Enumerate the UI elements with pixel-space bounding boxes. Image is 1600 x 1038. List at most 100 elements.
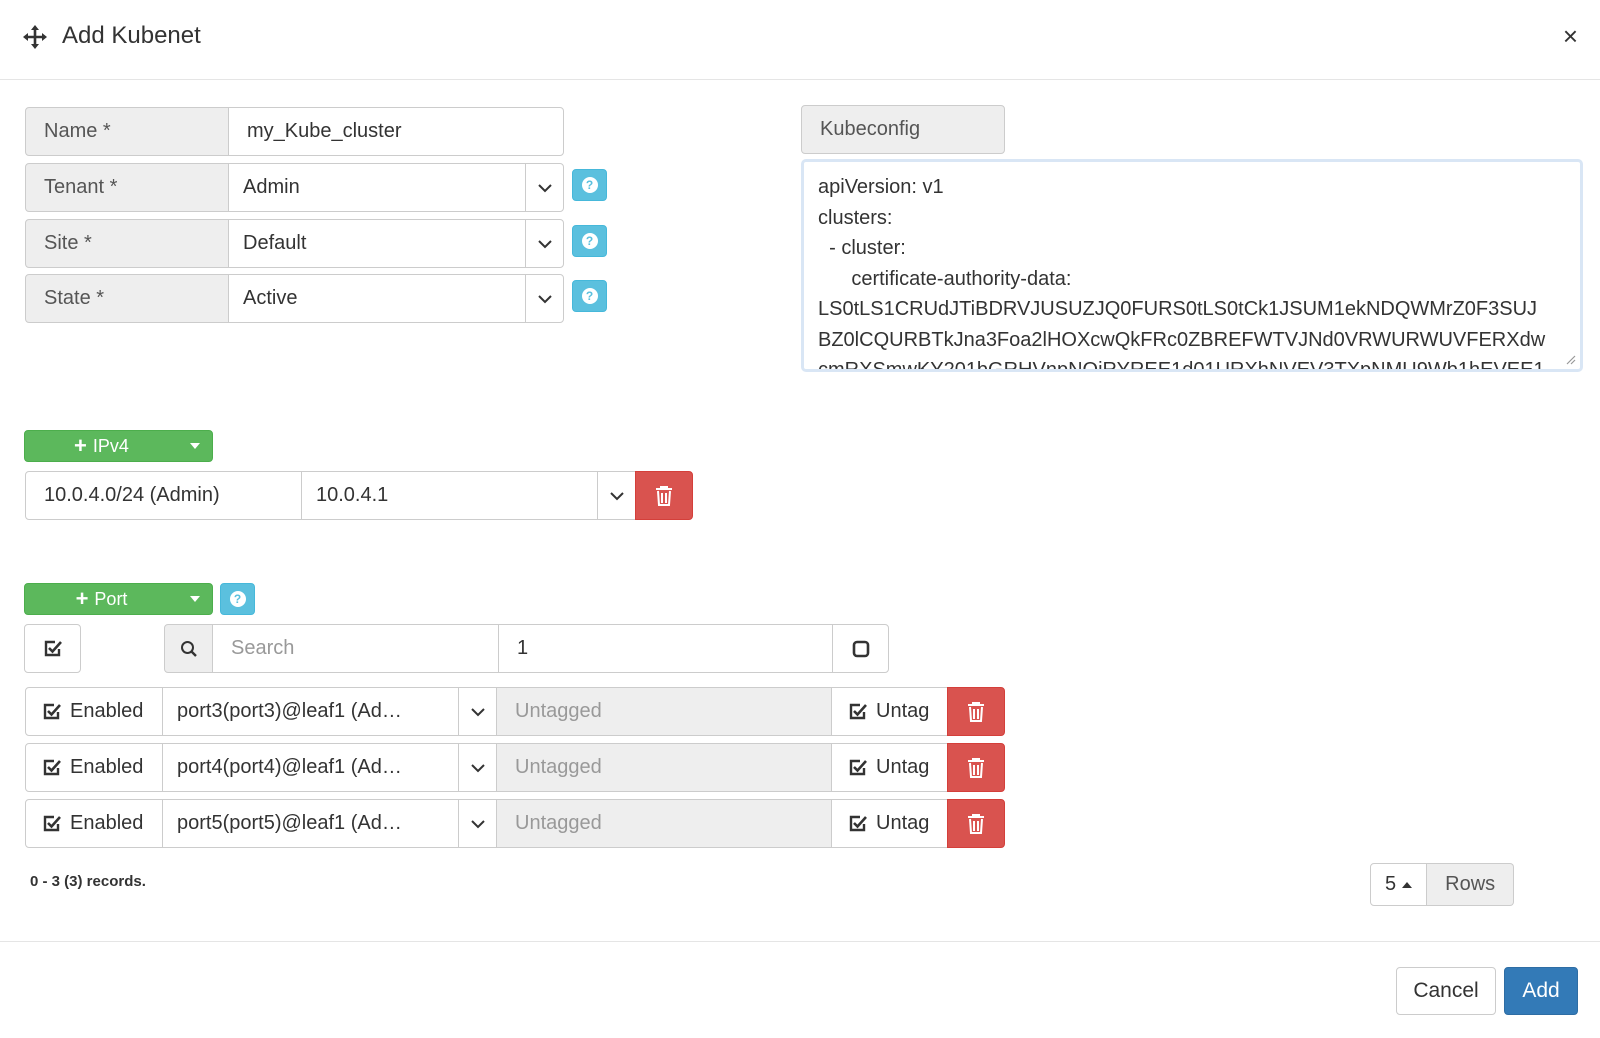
trash-icon (968, 813, 984, 834)
enabled-label: Enabled (70, 756, 144, 778)
search-input[interactable]: Search (212, 624, 499, 673)
enabled-label: Enabled (70, 812, 144, 834)
delete-port-button[interactable] (947, 799, 1005, 848)
check-square-icon (849, 703, 867, 719)
untag-filter-checkbox[interactable] (832, 624, 889, 673)
trash-icon (968, 757, 984, 778)
untag-checkbox[interactable]: Untag (831, 743, 948, 792)
vlan-input: Untagged (496, 743, 832, 792)
chevron-down-icon[interactable] (525, 275, 563, 322)
enabled-checkbox: Enabled (42, 812, 143, 835)
question-icon: ? (581, 288, 598, 304)
site-value: Default (243, 232, 307, 254)
delete-ipv4-button[interactable] (635, 471, 693, 520)
name-input[interactable]: my_Kube_cluster (228, 107, 564, 156)
chevron-down-icon[interactable] (525, 164, 563, 211)
enabled-checkbox: Enabled (42, 700, 143, 723)
vlan-input: Untagged (496, 687, 832, 736)
chevron-down-icon[interactable] (597, 472, 635, 519)
question-icon: ? (581, 233, 598, 249)
add-port-label: Port (94, 588, 128, 609)
untag-checkbox[interactable]: Untag (831, 799, 948, 848)
move-icon[interactable] (22, 24, 48, 50)
untag-label: Untag (876, 812, 930, 834)
kubeconfig-textarea[interactable]: apiVersion: v1 clusters: - cluster: cert… (801, 159, 1583, 372)
enabled-label: Enabled (70, 700, 144, 722)
delete-port-button[interactable] (947, 687, 1005, 736)
check-square-icon (43, 759, 61, 775)
add-button[interactable]: Add (1504, 967, 1578, 1015)
port-select[interactable]: port5(port5)@leaf1 (Ad… (162, 799, 497, 848)
resize-handle-icon[interactable] (1564, 353, 1576, 365)
modal-footer (0, 941, 1600, 1038)
question-icon: ? (581, 177, 598, 193)
caret-up-icon (1402, 881, 1413, 888)
kubeconfig-line: cmRXSmwKY201bGRHVnpNQjRYREE1d01URXhNVEV3… (818, 359, 1545, 372)
tenant-select[interactable]: Admin (228, 163, 564, 212)
untag-checkbox-label: Untag (848, 812, 929, 835)
add-ipv4-button[interactable]: + IPv4 (24, 430, 213, 462)
port-enabled-toggle[interactable]: Enabled (25, 799, 163, 848)
state-value: Active (243, 287, 298, 309)
add-ipv4-main[interactable]: + IPv4 (25, 435, 178, 457)
check-square-icon (44, 640, 62, 656)
kubeconfig-line: certificate-authority-data: (818, 267, 1072, 290)
cancel-button[interactable]: Cancel (1396, 967, 1496, 1015)
search-addon (164, 624, 213, 673)
chevron-down-icon[interactable] (458, 800, 496, 847)
kubeconfig-label: Kubeconfig (801, 105, 1005, 154)
port-value: port4(port4)@leaf1 (Ad… (177, 756, 402, 778)
vlan-filter-input[interactable]: 1 (498, 624, 833, 673)
untag-label: Untag (876, 700, 930, 722)
delete-port-button[interactable] (947, 743, 1005, 792)
page-size-group: 5 Rows (1370, 863, 1515, 906)
site-help-button[interactable]: ? (572, 225, 607, 257)
kubeconfig-line: - cluster: (818, 237, 906, 259)
tenant-label: Tenant * (25, 163, 229, 212)
square-icon (852, 640, 869, 657)
add-port-button[interactable]: + Port (24, 583, 213, 615)
kubeconfig-line: LS0tLS1CRUdJTiBDRVJUSUZJQ0FURS0tLS0tCk1J… (818, 298, 1538, 320)
add-port-main[interactable]: + Port (25, 588, 178, 610)
search-icon (180, 640, 197, 657)
chevron-down-icon[interactable] (458, 744, 496, 791)
check-square-icon (849, 815, 867, 831)
trash-icon (968, 701, 984, 722)
site-label: Site * (25, 219, 229, 268)
untag-checkbox-label: Untag (848, 700, 929, 723)
ipv4-dropdown-toggle[interactable] (178, 431, 212, 461)
untag-label: Untag (876, 756, 930, 778)
state-help-button[interactable]: ? (572, 280, 607, 312)
page-size-dropdown[interactable]: 5 (1370, 863, 1428, 906)
ipv4-network-field: 10.0.4.0/24 (Admin) (25, 471, 302, 520)
site-select[interactable]: Default (228, 219, 564, 268)
port-select[interactable]: port4(port4)@leaf1 (Ad… (162, 743, 497, 792)
add-ipv4-label: IPv4 (92, 435, 129, 456)
chevron-down-icon[interactable] (525, 220, 563, 267)
select-all-button[interactable] (24, 624, 81, 673)
port-enabled-toggle[interactable]: Enabled (25, 687, 163, 736)
page-size-value: 5 (1385, 873, 1397, 895)
records-count: 0 - 3 (3) records. (30, 873, 146, 890)
caret-down-icon (190, 596, 200, 602)
kubeconfig-line: clusters: (818, 206, 893, 229)
state-select[interactable]: Active (228, 274, 564, 323)
port-select[interactable]: port3(port3)@leaf1 (Ad… (162, 687, 497, 736)
port-enabled-toggle[interactable]: Enabled (25, 743, 163, 792)
state-label: State * (25, 274, 229, 323)
chevron-down-icon[interactable] (458, 688, 496, 735)
port-help-button[interactable]: ? (220, 583, 255, 615)
name-label: Name * (25, 107, 229, 156)
caret-down-icon (190, 443, 200, 449)
tenant-help-button[interactable]: ? (572, 169, 607, 201)
close-icon[interactable]: × (1563, 22, 1578, 50)
ipv4-address-select[interactable]: 10.0.4.1 (301, 471, 636, 520)
port-dropdown-toggle[interactable] (178, 584, 212, 614)
enabled-checkbox: Enabled (42, 756, 143, 779)
untag-checkbox-label: Untag (848, 756, 929, 779)
trash-icon (656, 485, 672, 506)
untag-checkbox[interactable]: Untag (831, 687, 948, 736)
modal-title: Add Kubenet (62, 22, 201, 49)
check-square-icon (43, 703, 61, 719)
port-value: port5(port5)@leaf1 (Ad… (177, 812, 402, 834)
